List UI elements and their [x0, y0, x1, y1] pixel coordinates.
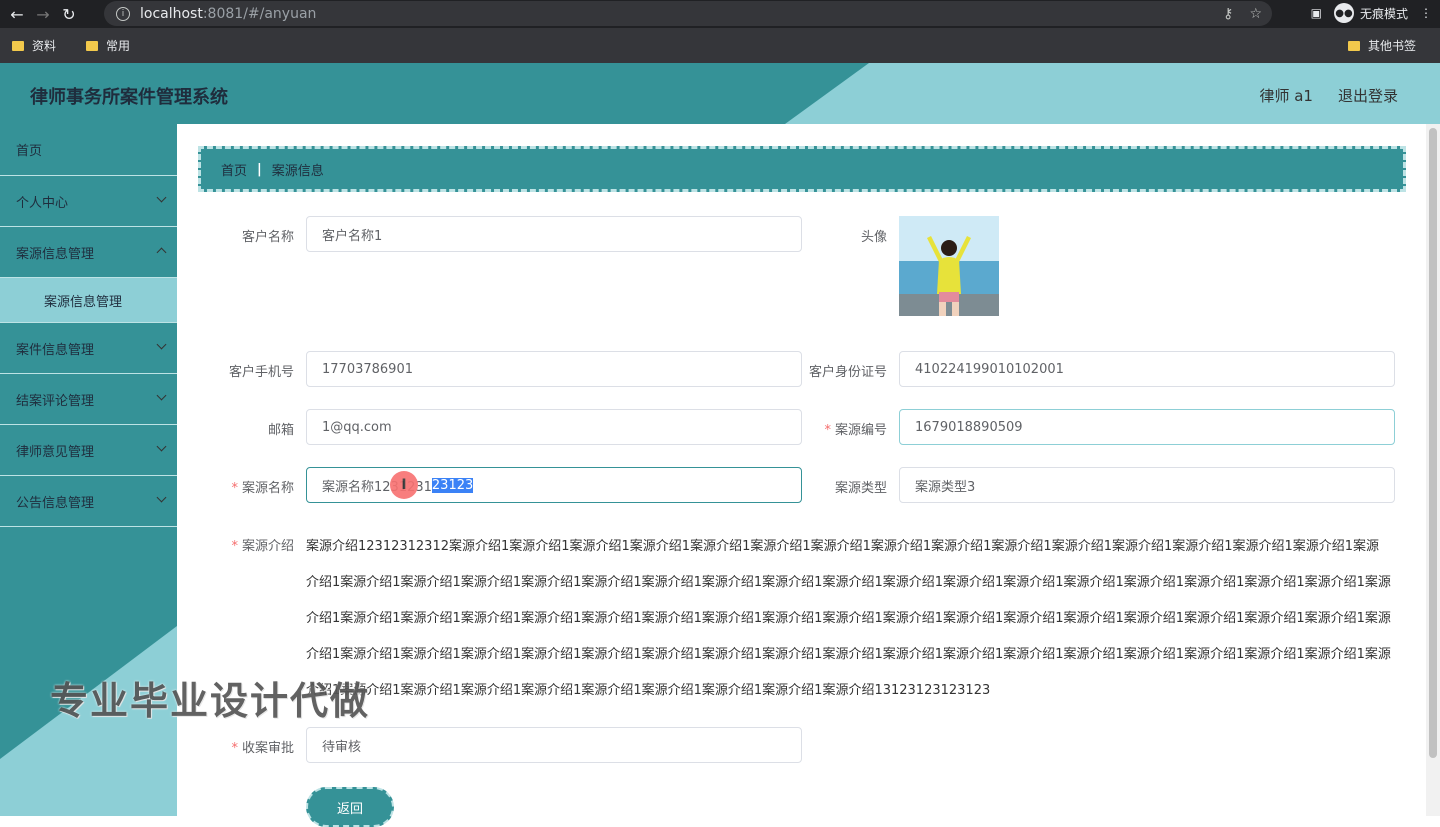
approval-field[interactable]: 待审核 [306, 727, 802, 763]
case-type-field[interactable]: 案源类型3 [899, 467, 1395, 503]
incognito-label: 无痕模式 [1359, 6, 1408, 21]
back-button[interactable]: 返回 [306, 787, 394, 827]
approval-label: * 收案审批 [231, 741, 294, 756]
phone-value: 17703786901 [322, 361, 413, 377]
chevron-down-icon [156, 390, 167, 401]
page-scrollbar[interactable] [1426, 124, 1440, 816]
email-value: 1@qq.com [322, 419, 392, 435]
folder-icon [1347, 40, 1360, 51]
browser-toolbar: ← → ↻ i localhost:8081/#/anyuan ⚷ ☆ ▣ ●●… [0, 0, 1440, 28]
address-bar[interactable]: i localhost:8081/#/anyuan ⚷ ☆ [104, 1, 1272, 26]
app-header: 律师事务所案件管理系统 律师 a1 退出登录 [0, 63, 1440, 124]
bookmark-label: 其他书签 [1367, 39, 1416, 53]
customer-name-label: 客户名称 [241, 230, 294, 245]
other-bookmarks[interactable]: 其他书签 [1347, 37, 1416, 54]
chevron-down-icon [156, 492, 167, 503]
avatar-label: 头像 [860, 230, 887, 245]
bookmark-folder[interactable]: 常用 [86, 37, 130, 54]
case-type-label: 案源类型 [834, 481, 887, 496]
chevron-down-icon [156, 441, 167, 452]
breadcrumb-current: 案源信息 [271, 163, 324, 179]
case-name-field[interactable]: 案源名称1231231 23123 I [306, 467, 802, 503]
sidebar-item-case-info-mgmt[interactable]: 案件信息管理 [0, 323, 177, 374]
sidebar-item-closing-review-mgmt[interactable]: 结案评论管理 [0, 374, 177, 425]
logout-link[interactable]: 退出登录 [1338, 85, 1398, 106]
customer-name-field[interactable]: 客户名称1 [306, 216, 802, 252]
sidebar-item-label: 结案评论管理 [16, 393, 95, 409]
phone-field[interactable]: 17703786901 [306, 351, 802, 387]
folder-icon [86, 40, 99, 51]
scrollbar-thumb[interactable] [1429, 128, 1437, 758]
sidebar-item-lawyer-opinion-mgmt[interactable]: 律师意见管理 [0, 425, 177, 476]
text-cursor-icon: I [390, 471, 418, 499]
phone-label: 客户手机号 [228, 365, 294, 380]
case-code-field[interactable]: 1679018890509 [899, 409, 1395, 445]
customer-name-value: 客户名称1 [322, 228, 383, 244]
sidebar-item-label: 律师意见管理 [16, 444, 95, 460]
sidebar-item-label: 案源信息管理 [44, 294, 123, 310]
chevron-down-icon [156, 192, 167, 203]
bookmarks-bar: 资料 常用 其他书签 [0, 28, 1440, 63]
app-title: 律师事务所案件管理系统 [30, 87, 228, 108]
case-intro-text: 案源介绍12312312312案源介绍1案源介绍1案源介绍1案源介绍1案源介绍1… [306, 539, 1391, 698]
case-type-value: 案源类型3 [915, 479, 976, 495]
intro-label: * 案源介绍 [231, 539, 294, 554]
reload-icon[interactable]: ↻ [56, 1, 82, 27]
key-icon[interactable]: ⚷ [1223, 6, 1233, 22]
sidebar-item-notice-mgmt[interactable]: 公告信息管理 [0, 476, 177, 527]
watermark-text: 专业毕业设计代做 [50, 679, 371, 723]
url-host: localhost [140, 5, 203, 22]
chevron-down-icon [156, 339, 167, 350]
sidebar-item-label: 公告信息管理 [16, 495, 95, 511]
bookmark-label: 常用 [106, 39, 131, 53]
sidebar-item-label: 案源信息管理 [16, 246, 95, 262]
incognito-icon: ●● [1333, 3, 1354, 23]
sidebar-item-label: 个人中心 [16, 195, 69, 211]
avatar [899, 216, 999, 316]
chevron-down-icon [156, 247, 167, 258]
incognito-indicator[interactable]: ●● 无痕模式 [1333, 3, 1408, 23]
idcard-label: 客户身份证号 [808, 365, 887, 380]
info-icon[interactable]: i [116, 6, 130, 21]
breadcrumb-home[interactable]: 首页 [221, 160, 247, 179]
current-user: 律师 a1 [1259, 87, 1313, 105]
sidebar-item-case-source-mgmt[interactable]: 案源信息管理 [0, 227, 177, 278]
approval-value: 待审核 [322, 739, 362, 755]
back-arrow-icon[interactable]: ← [4, 1, 30, 27]
bookmark-label: 资料 [32, 39, 57, 53]
forward-arrow-icon[interactable]: → [30, 1, 56, 27]
case-code-value: 1679018890509 [915, 419, 1023, 435]
star-icon[interactable]: ☆ [1249, 6, 1262, 22]
breadcrumb-separator: | [257, 161, 262, 177]
sidebar-item-personal-center[interactable]: 个人中心 [0, 176, 177, 227]
folder-icon [12, 40, 24, 51]
sidebar-toggle-icon[interactable]: ▣ [1311, 6, 1322, 20]
email-label: 邮箱 [267, 423, 294, 438]
breadcrumb: 首页 | 案源信息 [198, 146, 1406, 192]
email-field[interactable]: 1@qq.com [306, 409, 802, 445]
sidebar-subitem-case-source[interactable]: 案源信息管理 [0, 278, 177, 323]
sidebar-item-label: 案件信息管理 [16, 342, 95, 358]
case-name-selection: 23123 [431, 477, 474, 493]
idcard-field[interactable]: 410224199010102001 [899, 351, 1395, 387]
sidebar-item-label: 首页 [16, 144, 43, 159]
url-path: :8081/#/anyuan [202, 5, 317, 22]
bookmark-folder[interactable]: 资料 [12, 37, 56, 54]
code-label: * 案源编号 [824, 423, 887, 438]
kebab-menu-icon[interactable]: ⋮ [1420, 6, 1432, 20]
idcard-value: 410224199010102001 [915, 361, 1064, 377]
sidebar-item-home[interactable]: 首页 [0, 124, 177, 176]
case-name-label: * 案源名称 [231, 481, 294, 496]
